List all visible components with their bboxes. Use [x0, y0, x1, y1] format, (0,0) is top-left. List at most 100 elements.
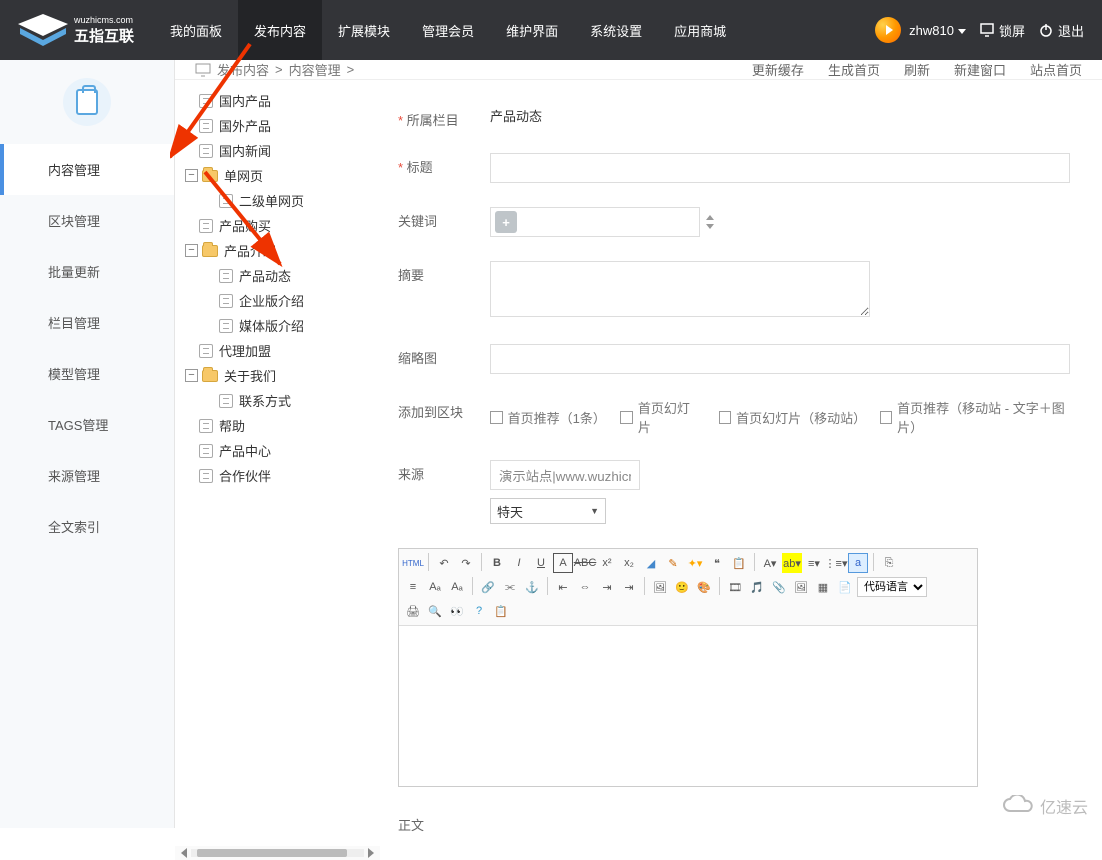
- tree-node-7[interactable]: 产品动态: [175, 263, 380, 288]
- spinner-down-icon[interactable]: [706, 224, 714, 229]
- eraser-icon[interactable]: ◢: [641, 553, 661, 573]
- highlight-icon[interactable]: ab▾: [782, 553, 802, 573]
- tree-node-10[interactable]: 代理加盟: [175, 338, 380, 363]
- emoji-icon[interactable]: 🙂: [672, 577, 692, 597]
- tree-node-11[interactable]: −关于我们: [175, 363, 380, 388]
- tree-node-13[interactable]: 帮助: [175, 413, 380, 438]
- indent-icon[interactable]: ⇥: [619, 577, 639, 597]
- sub-action-2[interactable]: 刷新: [904, 60, 930, 79]
- wand-icon[interactable]: ✦▾: [685, 553, 705, 573]
- plus-icon[interactable]: +: [495, 211, 517, 233]
- redo-icon[interactable]: ↷: [456, 553, 476, 573]
- sidebar-item-4[interactable]: 模型管理: [0, 348, 174, 399]
- tree-node-14[interactable]: 产品中心: [175, 438, 380, 463]
- block-checkbox-1[interactable]: 首页幻灯片: [620, 398, 700, 436]
- nav-item-2[interactable]: 扩展模块: [322, 0, 406, 60]
- sub-action-4[interactable]: 站点首页: [1030, 60, 1082, 79]
- tree-node-9[interactable]: 媒体版介绍: [175, 313, 380, 338]
- underline-icon[interactable]: U: [531, 553, 551, 573]
- attach-icon[interactable]: 📎: [769, 577, 789, 597]
- superscript-icon[interactable]: x²: [597, 553, 617, 573]
- page-icon[interactable]: 📄: [835, 577, 855, 597]
- sub-action-1[interactable]: 生成首页: [828, 60, 880, 79]
- collapse-icon[interactable]: −: [185, 369, 198, 382]
- tree-node-3[interactable]: −单网页: [175, 163, 380, 188]
- audio-icon[interactable]: 🎵: [747, 577, 767, 597]
- zoom-icon[interactable]: 🔍: [425, 601, 445, 621]
- sidebar-item-5[interactable]: TAGS管理: [0, 399, 174, 450]
- font-color-icon[interactable]: A▾: [760, 553, 780, 573]
- font-caps-icon[interactable]: Aₐ: [425, 577, 445, 597]
- source-input[interactable]: [490, 460, 640, 490]
- unordered-list-icon[interactable]: ⋮≡▾: [826, 553, 846, 573]
- sidebar-item-6[interactable]: 来源管理: [0, 450, 174, 501]
- clipboard-icon[interactable]: 📋: [491, 601, 511, 621]
- title-input[interactable]: [490, 153, 1070, 183]
- align-center-icon[interactable]: ⇔: [575, 577, 595, 597]
- strike-icon[interactable]: ABC: [575, 553, 595, 573]
- italic-icon[interactable]: I: [509, 553, 529, 573]
- align-left-icon[interactable]: ⇤: [553, 577, 573, 597]
- anchor-icon[interactable]: ⚓: [522, 577, 542, 597]
- unlink-icon[interactable]: ⫘: [500, 577, 520, 597]
- checkbox-icon[interactable]: [719, 411, 732, 424]
- tree-node-8[interactable]: 企业版介绍: [175, 288, 380, 313]
- code-language-select[interactable]: 代码语言: [857, 577, 927, 597]
- table-icon[interactable]: ▦: [813, 577, 833, 597]
- palette-icon[interactable]: 🎨: [694, 577, 714, 597]
- nav-item-5[interactable]: 系统设置: [574, 0, 658, 60]
- undo-icon[interactable]: ↶: [434, 553, 454, 573]
- bold-icon[interactable]: B: [487, 553, 507, 573]
- tree-node-5[interactable]: 产品购买: [175, 213, 380, 238]
- a-box-icon[interactable]: a: [848, 553, 868, 573]
- image-icon[interactable]: 🖼: [650, 577, 670, 597]
- binoculars-icon[interactable]: 👀: [447, 601, 467, 621]
- lock-screen-button[interactable]: 锁屏: [980, 21, 1025, 40]
- logout-button[interactable]: 退出: [1039, 21, 1084, 40]
- brush-icon[interactable]: ✎: [663, 553, 683, 573]
- insert-image-icon[interactable]: 🖼: [791, 577, 811, 597]
- sidebar-item-1[interactable]: 区块管理: [0, 195, 174, 246]
- copy-icon[interactable]: ⎘: [879, 553, 899, 573]
- tree-node-6[interactable]: −产品介绍: [175, 238, 380, 263]
- tree-node-4[interactable]: 二级单网页: [175, 188, 380, 213]
- block-checkbox-2[interactable]: 首页幻灯片（移动站）: [719, 408, 862, 427]
- html-source-button[interactable]: HTML: [403, 553, 423, 573]
- nav-item-3[interactable]: 管理会员: [406, 0, 490, 60]
- quote-icon[interactable]: ❝: [707, 553, 727, 573]
- thumbnail-input[interactable]: [490, 344, 1070, 374]
- nav-item-1[interactable]: 发布内容: [238, 0, 322, 60]
- sidebar-item-3[interactable]: 栏目管理: [0, 297, 174, 348]
- keywords-input[interactable]: +: [490, 207, 700, 237]
- link-icon[interactable]: 🔗: [478, 577, 498, 597]
- tree-node-2[interactable]: 国内新闻: [175, 138, 380, 163]
- checkbox-icon[interactable]: [880, 411, 893, 424]
- sub-action-0[interactable]: 更新缓存: [752, 60, 804, 79]
- print-icon[interactable]: 🖨: [403, 601, 423, 621]
- tree-node-12[interactable]: 联系方式: [175, 388, 380, 413]
- box-icon[interactable]: A: [553, 553, 573, 573]
- block-checkbox-0[interactable]: 首页推荐（1条）: [490, 408, 602, 427]
- justify-icon[interactable]: ≡: [403, 577, 423, 597]
- nav-item-4[interactable]: 维护界面: [490, 0, 574, 60]
- paste-icon[interactable]: 📋: [729, 553, 749, 573]
- nav-item-6[interactable]: 应用商城: [658, 0, 742, 60]
- spinner-up-icon[interactable]: [706, 215, 714, 220]
- sub-action-3[interactable]: 新建窗口: [954, 60, 1006, 79]
- tree-node-0[interactable]: 国内产品: [175, 88, 380, 113]
- subscript-icon[interactable]: x₂: [619, 553, 639, 573]
- ordered-list-icon[interactable]: ≡▾: [804, 553, 824, 573]
- collapse-icon[interactable]: −: [185, 169, 198, 182]
- sidebar-item-0[interactable]: 内容管理: [0, 144, 174, 195]
- checkbox-icon[interactable]: [490, 411, 503, 424]
- user-menu[interactable]: zhw810: [875, 17, 966, 43]
- tree-node-1[interactable]: 国外产品: [175, 113, 380, 138]
- align-right-icon[interactable]: ⇥: [597, 577, 617, 597]
- sidebar-item-7[interactable]: 全文索引: [0, 501, 174, 552]
- block-checkbox-3[interactable]: 首页推荐（移动站 - 文字＋图片）: [880, 398, 1084, 436]
- sidebar-item-2[interactable]: 批量更新: [0, 246, 174, 297]
- summary-textarea[interactable]: [490, 261, 870, 317]
- font-small-icon[interactable]: Aₐ: [447, 577, 467, 597]
- checkbox-icon[interactable]: [620, 411, 633, 424]
- help-icon[interactable]: ?: [469, 601, 489, 621]
